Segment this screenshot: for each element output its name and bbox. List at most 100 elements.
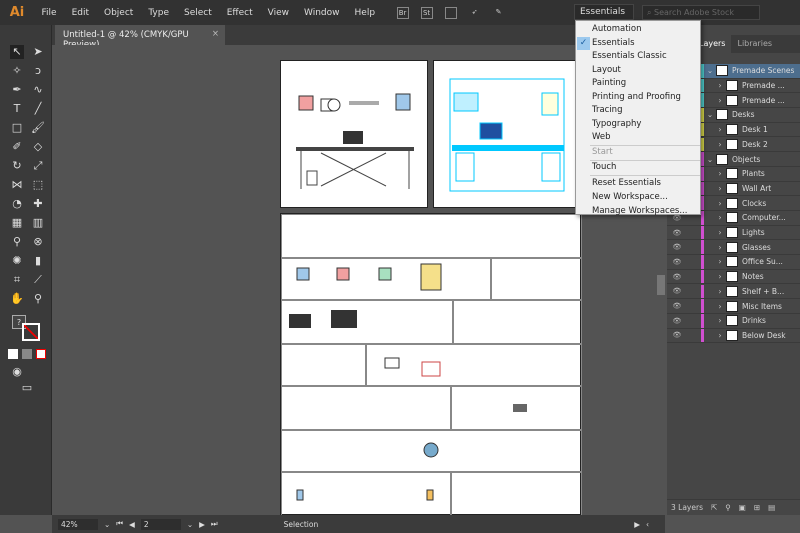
workspace-menu-item[interactable]: Essentials Classic (576, 50, 700, 63)
chevron-right-icon[interactable]: › (714, 243, 726, 252)
menu-type[interactable]: Type (141, 8, 177, 18)
chevron-right-icon[interactable]: › (714, 199, 726, 208)
shape-builder-icon[interactable]: ◔ (10, 197, 24, 211)
gpu-performance-icon[interactable]: ➶ (469, 7, 481, 19)
chevron-right-icon[interactable]: › (714, 184, 726, 193)
status-menu-icon[interactable]: ▶ (634, 520, 640, 529)
workspace-menu-item[interactable]: Typography (576, 118, 700, 131)
symbol-sprayer-icon[interactable]: ✺ (10, 254, 24, 268)
visibility-eye-icon[interactable]: 👁 (667, 273, 687, 281)
line-tool-icon[interactable]: ╱ (31, 102, 45, 116)
last-artboard-icon[interactable]: ⏭ (211, 519, 218, 529)
layer-row[interactable]: 👁 › Lights (667, 225, 800, 241)
previous-artboard-icon[interactable]: ◀ (129, 520, 135, 529)
visibility-eye-icon[interactable]: 👁 (667, 302, 687, 310)
chevron-right-icon[interactable]: › (714, 96, 726, 105)
workspace-switcher[interactable]: Essentials ⌄ (574, 4, 634, 27)
curvature-icon[interactable]: ∿ (31, 83, 45, 97)
workspace-menu-item[interactable]: Web (576, 131, 700, 144)
workspace-menu-item[interactable]: Reset Essentials (576, 177, 700, 190)
clipping-mask-icon[interactable]: ▣ (739, 503, 746, 512)
menu-window[interactable]: Window (297, 8, 348, 18)
layer-row[interactable]: 👁 › Misc Items (667, 299, 800, 314)
slice-icon[interactable]: ⟋ (31, 273, 45, 287)
layer-row[interactable]: 👁 › Office Su... (667, 255, 800, 270)
chevron-right-icon[interactable]: › (714, 287, 726, 296)
workspace-menu-item[interactable]: Manage Workspaces... (576, 205, 700, 218)
chevron-right-icon[interactable]: › (714, 140, 726, 149)
rotate-icon[interactable]: ↻ (10, 159, 24, 173)
new-layer-icon[interactable]: ▤ (768, 503, 775, 512)
visibility-eye-icon[interactable]: 👁 (667, 331, 687, 339)
eyedropper-icon[interactable]: ⚲ (10, 235, 24, 249)
artboard-scene-1[interactable] (280, 60, 428, 208)
chevron-right-icon[interactable]: › (714, 257, 726, 266)
close-icon[interactable]: × (212, 29, 219, 39)
brush-icon[interactable]: ✎ (493, 7, 505, 19)
chevron-right-icon[interactable]: › (714, 81, 726, 90)
none-mode-icon[interactable] (36, 349, 46, 359)
first-artboard-icon[interactable]: ⏮ (116, 519, 123, 529)
visibility-eye-icon[interactable]: 👁 (667, 317, 687, 325)
draw-mode-icon[interactable]: ◉ (10, 365, 24, 379)
scale-icon[interactable]: ⤢ (31, 159, 45, 173)
layer-row[interactable]: 👁 › Shelf + B... (667, 284, 800, 300)
rectangle-tool-icon[interactable]: □ (10, 121, 24, 135)
document-tab[interactable]: Untitled-1 @ 42% (CMYK/GPU Preview) × (55, 25, 225, 50)
width-tool-icon[interactable]: ⋈ (10, 178, 24, 192)
locate-object-icon[interactable]: ⚲ (725, 503, 731, 512)
selection-tool-icon[interactable]: ↖ (10, 45, 24, 59)
menu-object[interactable]: Object (97, 8, 141, 18)
visibility-eye-icon[interactable]: 👁 (667, 258, 687, 266)
chevron-right-icon[interactable]: › (714, 302, 726, 311)
chevron-down-icon[interactable]: ⌄ (187, 520, 193, 529)
chevron-right-icon[interactable]: › (714, 316, 726, 325)
chevron-down-icon[interactable]: ⌄ (104, 520, 110, 529)
visibility-eye-icon[interactable]: 👁 (667, 243, 687, 251)
gradient-icon[interactable]: ▥ (31, 216, 45, 230)
chevron-down-icon[interactable]: ⌄ (704, 110, 716, 119)
paintbrush-icon[interactable]: 🖌 (31, 121, 45, 135)
layer-row[interactable]: 👁 › Below Desk (667, 328, 800, 344)
color-mode-icon[interactable] (8, 349, 18, 359)
workspace-menu-item[interactable]: Printing and Proofing (576, 91, 700, 104)
new-sublayer-icon[interactable]: ⊞ (754, 503, 760, 512)
chevron-right-icon[interactable]: › (714, 213, 726, 222)
chevron-right-icon[interactable]: › (714, 331, 726, 340)
canvas[interactable] (52, 45, 665, 516)
hand-icon[interactable]: ✋ (10, 292, 24, 306)
chevron-down-icon[interactable]: ⌄ (704, 66, 716, 75)
lasso-icon[interactable]: ↄ (31, 64, 45, 78)
gradient-mode-icon[interactable] (22, 349, 32, 359)
menu-effect[interactable]: Effect (219, 8, 260, 18)
menu-edit[interactable]: Edit (64, 8, 96, 18)
workspace-menu-item[interactable]: Touch (576, 161, 700, 174)
pen-tool-icon[interactable]: ✒ (10, 83, 24, 97)
tab-libraries[interactable]: Libraries (731, 35, 778, 53)
layer-row[interactable]: 👁 › Drinks (667, 313, 800, 329)
status-back-icon[interactable]: ‹ (646, 520, 649, 529)
stock-icon[interactable]: St (420, 6, 433, 19)
direct-selection-tool-icon[interactable]: ➤ (31, 45, 45, 59)
next-artboard-icon[interactable]: ▶ (199, 520, 205, 529)
chevron-right-icon[interactable]: › (714, 125, 726, 134)
shaper-icon[interactable]: ✐ (10, 140, 24, 154)
type-tool-icon[interactable]: T (10, 102, 24, 116)
menu-file[interactable]: File (34, 8, 64, 18)
menu-select[interactable]: Select (176, 8, 219, 18)
blend-icon[interactable]: ⊗ (31, 235, 45, 249)
workspace-menu-item[interactable]: New Workspace... (576, 191, 700, 204)
vertical-scrollbar[interactable] (657, 275, 665, 295)
visibility-eye-icon[interactable]: 👁 (667, 287, 687, 295)
bridge-icon[interactable]: Br (396, 6, 409, 19)
artboard-objects[interactable] (280, 213, 582, 516)
free-transform-icon[interactable]: ⬚ (31, 178, 45, 192)
workspace-menu-item[interactable]: Painting (576, 77, 700, 90)
pin-icon[interactable]: ✚ (31, 197, 45, 211)
artboard-scene-2[interactable] (433, 60, 581, 208)
screen-mode-icon[interactable]: ▭ (20, 381, 34, 395)
stock-search-input[interactable]: ⌕ Search Adobe Stock (642, 5, 760, 20)
mesh-icon[interactable]: ▦ (10, 216, 24, 230)
stroke-swatch-icon[interactable] (22, 323, 40, 341)
menu-help[interactable]: Help (347, 8, 383, 18)
